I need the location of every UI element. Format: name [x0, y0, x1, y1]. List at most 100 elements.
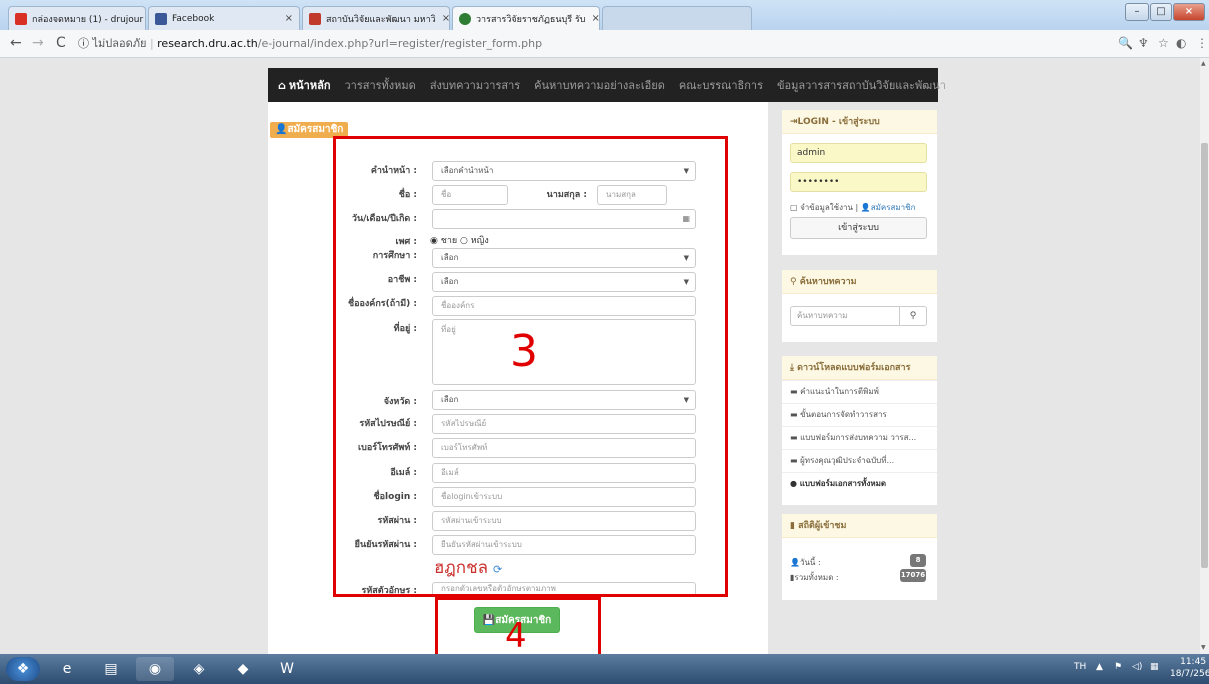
download-all-link[interactable]: ● แบบฟอร์มเอกสารทั้งหมด — [782, 472, 937, 495]
home-icon: ⌂ — [278, 79, 286, 92]
login-button[interactable]: เข้าสู่ระบบ — [790, 217, 927, 239]
stats-total-label: รวมทั้งหมด : — [794, 573, 839, 582]
nav-home-label: หน้าหลัก — [288, 79, 331, 92]
remember-label: จำข้อมูลใช้งาน — [800, 203, 853, 212]
tab-gmail[interactable]: กล่องจดหมาย (1) - drujour × — [8, 6, 146, 30]
bookmark-star-icon[interactable]: ☆ — [1158, 36, 1169, 50]
stats-today-badge: 8 — [910, 554, 926, 567]
chrome-icon[interactable]: ◉ — [136, 657, 174, 681]
scroll-up-arrow-icon[interactable]: ▲ — [1201, 60, 1206, 67]
internet-explorer-icon[interactable]: e — [48, 657, 86, 681]
search-panel: ⚲ ค้นหาบทความ ค้นหาบทความ ⚲ — [782, 270, 937, 342]
page-viewport: ⌂ หน้าหลัก วารสารทั้งหมด ส่งบทความวารสาร … — [0, 58, 1200, 654]
dash-icon: ▬ — [790, 456, 801, 465]
menu-icon[interactable]: ⋮ — [1196, 36, 1208, 50]
search-title-label: ค้นหาบทความ — [799, 277, 857, 287]
nav-journal-info[interactable]: ข้อมูลวารสารสถาบันวิจัยและพัฒนา — [777, 76, 946, 94]
annotation-number-4: 4 — [505, 616, 527, 654]
extension-icon[interactable]: ◐ — [1176, 36, 1186, 50]
download-item[interactable]: ▬ ผู้ทรงคุณวุฒิประจำฉบับที่... — [782, 449, 937, 472]
tab-facebook[interactable]: Facebook × — [148, 6, 300, 30]
site-icon — [459, 12, 471, 25]
flag-icon[interactable]: ⚑ — [1114, 662, 1122, 672]
tab-blank[interactable] — [602, 6, 752, 30]
nav-home[interactable]: ⌂ หน้าหลัก — [278, 76, 330, 94]
search-panel-title: ⚲ ค้นหาบทความ — [782, 270, 937, 294]
stats-today-label: วันนี้ : — [799, 558, 821, 567]
back-arrow-icon[interactable]: ← — [10, 35, 22, 51]
site-header-strip — [268, 58, 938, 68]
download-item-label: คำแนะนำในการตีพิมพ์ — [800, 387, 879, 396]
tab-journal[interactable]: วารสารวิจัยราชภัฏธนบุรี รับ × — [452, 6, 600, 30]
clock-date: 18/7/2560 — [1170, 669, 1209, 679]
search-input[interactable]: ค้นหาบทความ — [790, 306, 900, 326]
windows-taskbar: ❖ e ▤ ◉ ◈ ◆ W TH ▲ ⚑ ◁) ▦ 11:45 18/7/256… — [0, 654, 1209, 684]
reload-icon[interactable]: C — [56, 35, 66, 51]
download-item[interactable]: ▬ ขั้นตอนการจัดทำวารสาร — [782, 403, 937, 426]
register-link[interactable]: สมัครสมาชิก — [871, 203, 916, 212]
zoom-icon[interactable]: 🔍 — [1118, 36, 1133, 50]
stats-total-row: ▮รวมทั้งหมด : — [790, 571, 839, 584]
maximize-button[interactable]: □ — [1150, 3, 1172, 21]
login-panel-title: ⇥LOGIN - เข้าสู่ระบบ — [782, 110, 937, 134]
user-icon: 👤 — [860, 203, 871, 212]
bar-chart-icon: ▮ — [790, 521, 799, 531]
minimize-button[interactable]: – — [1125, 3, 1149, 21]
volume-icon[interactable]: ◁) — [1132, 662, 1142, 672]
nav-editorial-board[interactable]: คณะบรรณาธิการ — [679, 76, 763, 94]
gmail-icon — [15, 12, 27, 25]
main-navbar: ⌂ หน้าหลัก วารสารทั้งหมด ส่งบทความวารสาร … — [268, 68, 946, 102]
user-icon: 👤 — [275, 124, 288, 135]
extension-icon[interactable]: ♆ — [1138, 36, 1149, 50]
password-input-sidebar[interactable]: •••••••• — [790, 172, 927, 192]
url-path: /e-journal/index.php?url=register/regist… — [257, 37, 543, 50]
remember-checkbox[interactable]: ▢ — [790, 203, 800, 212]
word-icon[interactable]: W — [268, 657, 306, 681]
download-item-label: ขั้นตอนการจัดทำวารสาร — [800, 410, 887, 419]
file-explorer-icon[interactable]: ▤ — [92, 657, 130, 681]
dash-icon: ▬ — [790, 433, 801, 442]
forward-arrow-icon[interactable]: → — [32, 35, 44, 51]
page-scrollbar[interactable]: ▲ ▼ — [1200, 58, 1209, 654]
circle-icon: ● — [790, 479, 800, 488]
tab-title: สถาบันวิจัยและพัฒนา มหาวิ — [326, 14, 436, 25]
info-icon: ⓘ — [78, 37, 93, 50]
remember-row: ▢ จำข้อมูลใช้งาน | 👤สมัครสมาชิก — [790, 203, 916, 212]
close-icon[interactable]: × — [436, 13, 449, 24]
app-icon[interactable]: ◆ — [224, 657, 262, 681]
tab-title: Facebook — [172, 13, 215, 24]
download-item[interactable]: ▬ แบบฟอร์มการส่งบทความ วารส... — [782, 426, 937, 449]
search-button[interactable]: ⚲ — [899, 306, 927, 326]
start-button-icon[interactable]: ❖ — [6, 657, 40, 681]
show-hidden-icons[interactable]: ▲ — [1096, 662, 1103, 672]
login-icon: ⇥ — [790, 117, 798, 127]
panel-title-label: สมัครสมาชิก — [287, 124, 344, 135]
close-icon[interactable]: × — [586, 13, 600, 24]
network-icon[interactable]: ▦ — [1150, 662, 1159, 672]
search-icon: ⚲ — [790, 277, 800, 287]
language-indicator[interactable]: TH — [1074, 662, 1086, 672]
close-icon[interactable]: × — [143, 13, 145, 24]
stats-today-row: 👤วันนี้ : — [790, 556, 821, 569]
stats-total-badge: 17076 — [900, 569, 926, 582]
download-item-label: แบบฟอร์มการส่งบทความ วารส... — [800, 433, 917, 442]
username-input[interactable]: admin — [790, 143, 927, 163]
close-window-button[interactable]: × — [1173, 3, 1205, 21]
nav-all-journals[interactable]: วารสารทั้งหมด — [344, 76, 415, 94]
app-icon[interactable]: ◈ — [180, 657, 218, 681]
scroll-down-arrow-icon[interactable]: ▼ — [1201, 644, 1206, 651]
nav-submit-article[interactable]: ส่งบทความวารสาร — [430, 76, 520, 94]
scroll-thumb[interactable] — [1201, 143, 1208, 568]
address-bar: ← → C ⓘ ไม่ปลอดภัย | research.dru.ac.th/… — [0, 30, 1209, 58]
annotation-number-3: 3 — [510, 326, 538, 377]
login-panel: ⇥LOGIN - เข้าสู่ระบบ admin •••••••• ▢ จำ… — [782, 110, 937, 255]
nav-advanced-search[interactable]: ค้นหาบทความอย่างละเอียด — [534, 76, 665, 94]
site-icon — [309, 12, 321, 25]
close-icon[interactable]: × — [279, 13, 293, 24]
tab-research-institute[interactable]: สถาบันวิจัยและพัฒนา มหาวิ × — [302, 6, 450, 30]
download-item[interactable]: ▬ คำแนะนำในการตีพิมพ์ — [782, 380, 937, 403]
url-field[interactable]: ⓘ ไม่ปลอดภัย | research.dru.ac.th/e-jour… — [78, 34, 1078, 54]
stats-panel-title: ▮ สถิติผู้เข้าชม — [782, 514, 937, 538]
tab-title: กล่องจดหมาย (1) - drujour — [32, 14, 144, 25]
clock[interactable]: 11:45 18/7/2560 — [1170, 656, 1209, 680]
